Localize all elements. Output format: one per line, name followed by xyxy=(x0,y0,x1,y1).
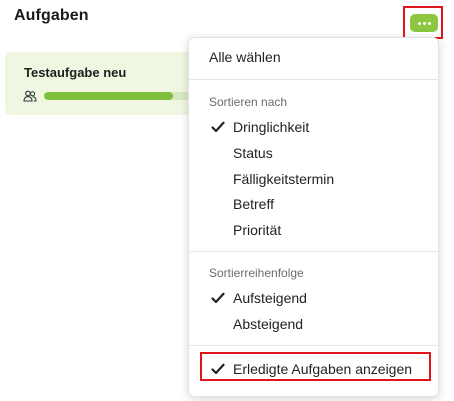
menu-item-label: Alle wählen xyxy=(209,49,281,65)
sort-option-prioritaet[interactable]: Priorität xyxy=(189,217,438,243)
users-icon xyxy=(23,90,37,102)
task-title: Testaufgabe neu xyxy=(24,65,127,80)
menu-item-label: Betreff xyxy=(233,196,274,212)
more-options-button[interactable] xyxy=(410,14,438,32)
ellipsis-icon xyxy=(427,21,431,25)
ellipsis-icon xyxy=(422,21,426,25)
menu-item-label: Priorität xyxy=(233,222,282,238)
menu-item-label: Absteigend xyxy=(233,316,304,332)
more-button-highlight xyxy=(403,6,443,39)
sort-order-ascending[interactable]: Aufsteigend xyxy=(189,285,438,311)
show-completed-tasks-toggle[interactable]: Erledigte Aufgaben anzeigen xyxy=(189,356,438,382)
sort-order-descending[interactable]: Absteigend xyxy=(189,311,438,337)
menu-divider xyxy=(189,79,438,80)
menu-item-label: Status xyxy=(233,145,273,161)
task-progress-fill xyxy=(44,92,173,100)
sort-order-section-title: Sortierreihenfolge xyxy=(209,266,304,280)
tasks-page: Aufgaben Testaufgabe neu Alle wählen Sor… xyxy=(0,0,454,401)
sort-option-status[interactable]: Status xyxy=(189,140,438,166)
page-title: Aufgaben xyxy=(14,7,89,24)
sort-option-faelligkeitstermin[interactable]: Fälligkeitstermin xyxy=(189,166,438,192)
check-icon xyxy=(211,121,225,133)
sort-option-betreff[interactable]: Betreff xyxy=(189,191,438,217)
menu-item-label: Dringlichkeit xyxy=(233,119,310,135)
menu-item-label: Fälligkeitstermin xyxy=(233,171,335,187)
menu-item-select-all[interactable]: Alle wählen xyxy=(189,44,438,70)
menu-divider xyxy=(189,345,438,346)
ellipsis-icon xyxy=(417,21,421,25)
check-icon xyxy=(211,292,225,304)
task-card[interactable]: Testaufgabe neu xyxy=(5,52,205,115)
menu-item-label: Aufsteigend xyxy=(233,290,307,306)
check-icon xyxy=(211,363,225,375)
menu-item-label: Erledigte Aufgaben anzeigen xyxy=(233,361,413,377)
menu-divider xyxy=(189,251,438,252)
task-progress-bar xyxy=(44,92,205,100)
sort-by-section-title: Sortieren nach xyxy=(209,95,288,109)
options-dropdown-menu: Alle wählen Sortieren nach Dringlichkeit… xyxy=(188,37,439,397)
sort-option-dringlichkeit[interactable]: Dringlichkeit xyxy=(189,114,438,140)
